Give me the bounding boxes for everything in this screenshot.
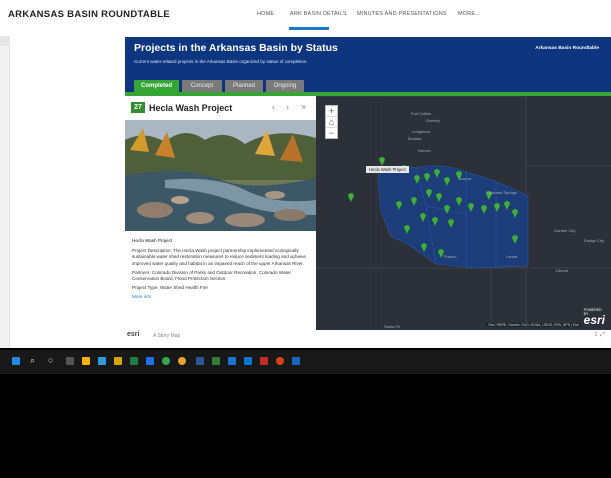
zoom-out-button[interactable]: − — [326, 128, 337, 138]
map-label-aurora: Aurora — [459, 176, 472, 181]
folder-icon[interactable] — [114, 357, 122, 365]
more-info-link[interactable]: More info — [132, 294, 310, 300]
project-heading: Hecla Wash Project — [132, 238, 173, 243]
project-title: Hecla Wash Project — [149, 103, 233, 113]
project-number-badge: 27 — [131, 102, 145, 113]
map-label-lamar: Lamar — [506, 254, 518, 259]
left-scroll-gutter[interactable]: + — [0, 18, 10, 348]
nav-active-underline — [289, 27, 329, 30]
cortana-icon[interactable]: ○ — [48, 355, 53, 365]
excel-icon[interactable] — [130, 357, 138, 365]
task-view-icon[interactable] — [66, 357, 74, 365]
map-label-denver: Denver — [418, 148, 431, 153]
map-tooltip: Hecla Wash Project — [366, 166, 409, 173]
nav-more[interactable]: MORE... — [458, 11, 480, 17]
map-label-longmont: Longmont — [412, 129, 430, 134]
close-icon[interactable]: × — [301, 102, 306, 112]
map-label-garden-city: Garden City — [554, 228, 576, 233]
story-map-label[interactable]: A Story Map — [153, 333, 180, 339]
file-explorer-icon[interactable] — [82, 357, 90, 365]
app-blue-icon[interactable] — [228, 357, 236, 365]
map-label-colorado-springs: Colorado Springs — [486, 190, 517, 195]
home-extent-button[interactable]: ⌂ — [326, 117, 337, 128]
powered-by-label: POWERED BY — [583, 308, 602, 316]
tab-completed[interactable]: Completed — [134, 80, 179, 92]
story-subtitle: Current water-related projects in the Ar… — [134, 59, 308, 64]
zoom-controls: + ⌂ − — [325, 105, 338, 139]
prev-project-icon[interactable]: ‹ — [272, 102, 275, 112]
store-icon[interactable] — [98, 357, 106, 365]
project-partners: Partners: Colorado Division of Parks and… — [132, 269, 291, 282]
acrobat-icon[interactable] — [260, 357, 268, 365]
firefox-icon[interactable] — [178, 357, 186, 365]
search-icon[interactable]: ⌕ — [30, 355, 35, 366]
app-green-icon[interactable] — [212, 357, 220, 365]
nav-minutes-presentations[interactable]: MINUTES AND PRESENTATIONS — [357, 11, 447, 17]
project-description: Project Description: The Hecla Wash proj… — [132, 248, 306, 266]
project-type: Project Type: Water Shed Health Fire — [132, 285, 208, 291]
windows-taskbar — [0, 350, 611, 374]
map-label-pueblo: Pueblo — [444, 254, 457, 259]
story-title: Projects in the Arkansas Basin by Status — [134, 42, 338, 54]
start-icon[interactable] — [12, 357, 20, 365]
mail-icon[interactable] — [146, 357, 154, 365]
map-canvas[interactable] — [316, 96, 611, 330]
app-orange-icon[interactable] — [276, 357, 284, 365]
chrome-icon[interactable] — [162, 357, 170, 365]
word-icon[interactable] — [196, 357, 204, 365]
project-map[interactable]: + ⌂ − Fort Collins Greeley Longmont Boul… — [316, 96, 611, 330]
next-project-icon[interactable]: › — [286, 102, 289, 112]
share-icon[interactable]: ⇪ ⤢ — [594, 331, 606, 339]
map-label-liberal: Liberal — [556, 268, 569, 273]
map-label-boulder: Boulder — [408, 136, 422, 141]
site-brand[interactable]: ARKANSAS BASIN ROUNDTABLE — [8, 9, 170, 20]
esri-footer-logo[interactable]: esri — [127, 331, 139, 338]
map-attribution[interactable]: Esri, HERE, Garmin, FAO, NOAA, USGS, EPA… — [486, 323, 581, 327]
map-label-dodge-city: Dodge City — [584, 238, 604, 243]
project-description-block: Hecla Wash Project Project Description: … — [132, 238, 310, 304]
app-window-icon[interactable] — [292, 357, 300, 365]
nav-ark-basin-details[interactable]: ARK BASIN DETAILS — [290, 11, 347, 17]
browser-page: + ARKANSAS BASIN ROUNDTABLE HOME ARK BAS… — [0, 0, 611, 348]
map-label-fort-collins: Fort Collins — [411, 111, 432, 116]
outlook-icon[interactable] — [244, 357, 252, 365]
zoom-in-button[interactable]: + — [326, 106, 337, 117]
tab-planned[interactable]: Planned — [225, 80, 263, 92]
esri-watermark: POWERED BY esri — [584, 308, 605, 327]
project-photo — [125, 120, 316, 231]
tab-ongoing[interactable]: Ongoing — [266, 80, 304, 92]
map-label-santa-fe: Santa Fe — [384, 324, 401, 329]
story-header-right[interactable]: Arkansas Basin Roundtable — [535, 46, 599, 51]
project-detail-panel: 27 Hecla Wash Project ‹ › × Hecla Wash P… — [125, 96, 316, 332]
tab-concept[interactable]: Concept — [182, 80, 222, 92]
panel-header: 27 Hecla Wash Project ‹ › × — [125, 96, 316, 120]
map-label-greeley: Greeley — [426, 118, 441, 123]
nav-home[interactable]: HOME — [257, 11, 274, 17]
site-nav: ARKANSAS BASIN ROUNDTABLE HOME ARK BASIN… — [0, 0, 611, 36]
